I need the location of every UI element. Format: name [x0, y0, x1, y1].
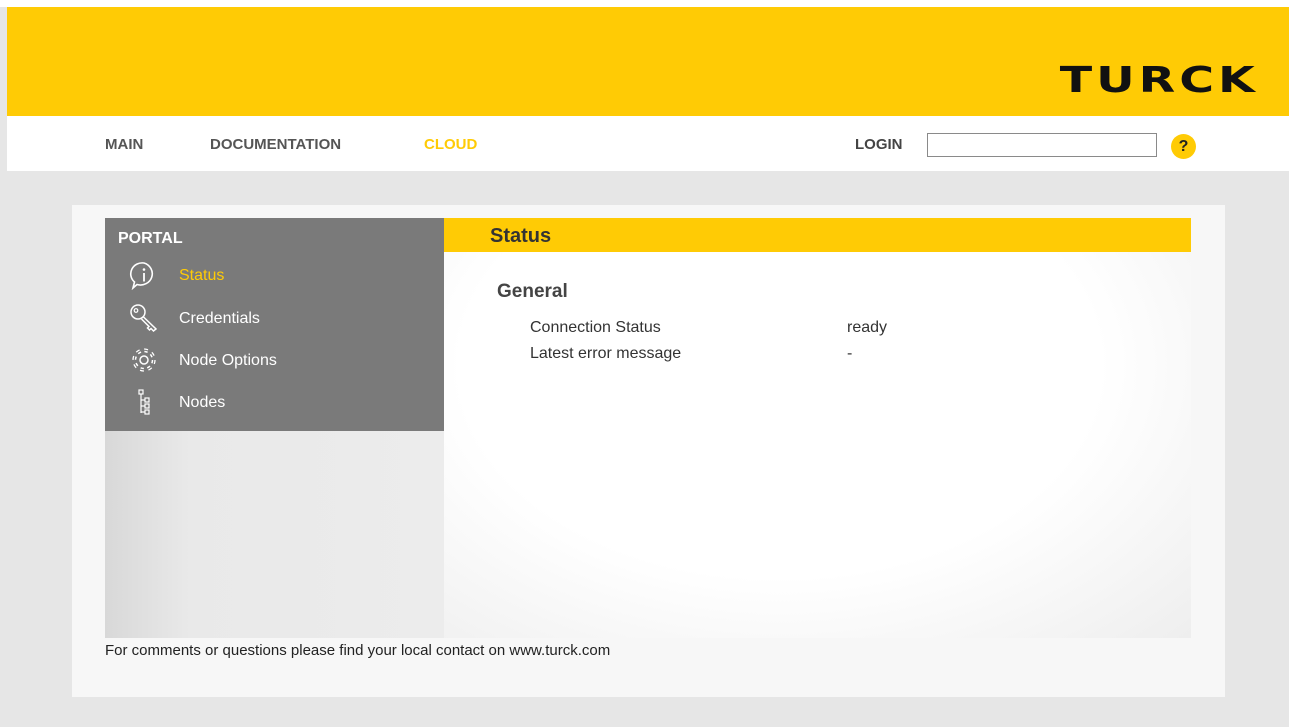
sidebar-item-label: Credentials: [179, 310, 260, 327]
sidebar-item-nodes[interactable]: Nodes: [129, 387, 429, 421]
header-band: TURCK: [7, 7, 1289, 116]
nav-main[interactable]: MAIN: [105, 136, 143, 153]
row-key: Latest error message: [530, 345, 682, 362]
nav-cloud[interactable]: CLOUD: [424, 136, 477, 153]
main-content: Status General Connection Status ready L…: [444, 218, 1191, 638]
sidebar-item-label: Status: [179, 267, 225, 284]
portal-menu: PORTAL Status Credentials Node Options N…: [105, 218, 444, 431]
page-top-strip: [0, 0, 1289, 7]
info-row: Connection Status ready: [530, 319, 1130, 339]
top-nav: MAIN DOCUMENTATION CLOUD LOGIN ?: [7, 116, 1289, 171]
info-icon: [130, 262, 154, 290]
page-title: Status: [490, 225, 552, 247]
footer-text: For comments or questions please find yo…: [105, 642, 611, 659]
row-value: -: [847, 345, 853, 362]
turck-logo[interactable]: TURCK: [1060, 63, 1259, 99]
login-label: LOGIN: [855, 136, 903, 153]
content-panel: PORTAL Status Credentials Node Options N…: [72, 205, 1225, 697]
login-input[interactable]: [927, 133, 1157, 157]
sidebar-item-status[interactable]: Status: [129, 260, 429, 294]
sidebar-item-node-options[interactable]: Node Options: [129, 345, 429, 379]
info-row: Latest error message -: [530, 345, 1130, 365]
main-header: Status: [444, 218, 1191, 252]
row-key: Connection Status: [530, 319, 661, 336]
sidebar-title: PORTAL: [118, 230, 183, 247]
sidebar-item-label: Nodes: [179, 394, 226, 411]
sidebar-item-label: Node Options: [179, 352, 277, 369]
sidebar-item-credentials[interactable]: Credentials: [129, 303, 429, 337]
help-button[interactable]: ?: [1171, 134, 1196, 159]
gear-icon: [132, 348, 156, 372]
sidebar: PORTAL Status Credentials Node Options N…: [105, 218, 444, 638]
row-value: ready: [847, 319, 888, 336]
nav-documentation[interactable]: DOCUMENTATION: [210, 136, 341, 153]
tree-icon: [138, 389, 150, 415]
key-icon: [130, 304, 158, 333]
section-title: General: [497, 281, 568, 302]
